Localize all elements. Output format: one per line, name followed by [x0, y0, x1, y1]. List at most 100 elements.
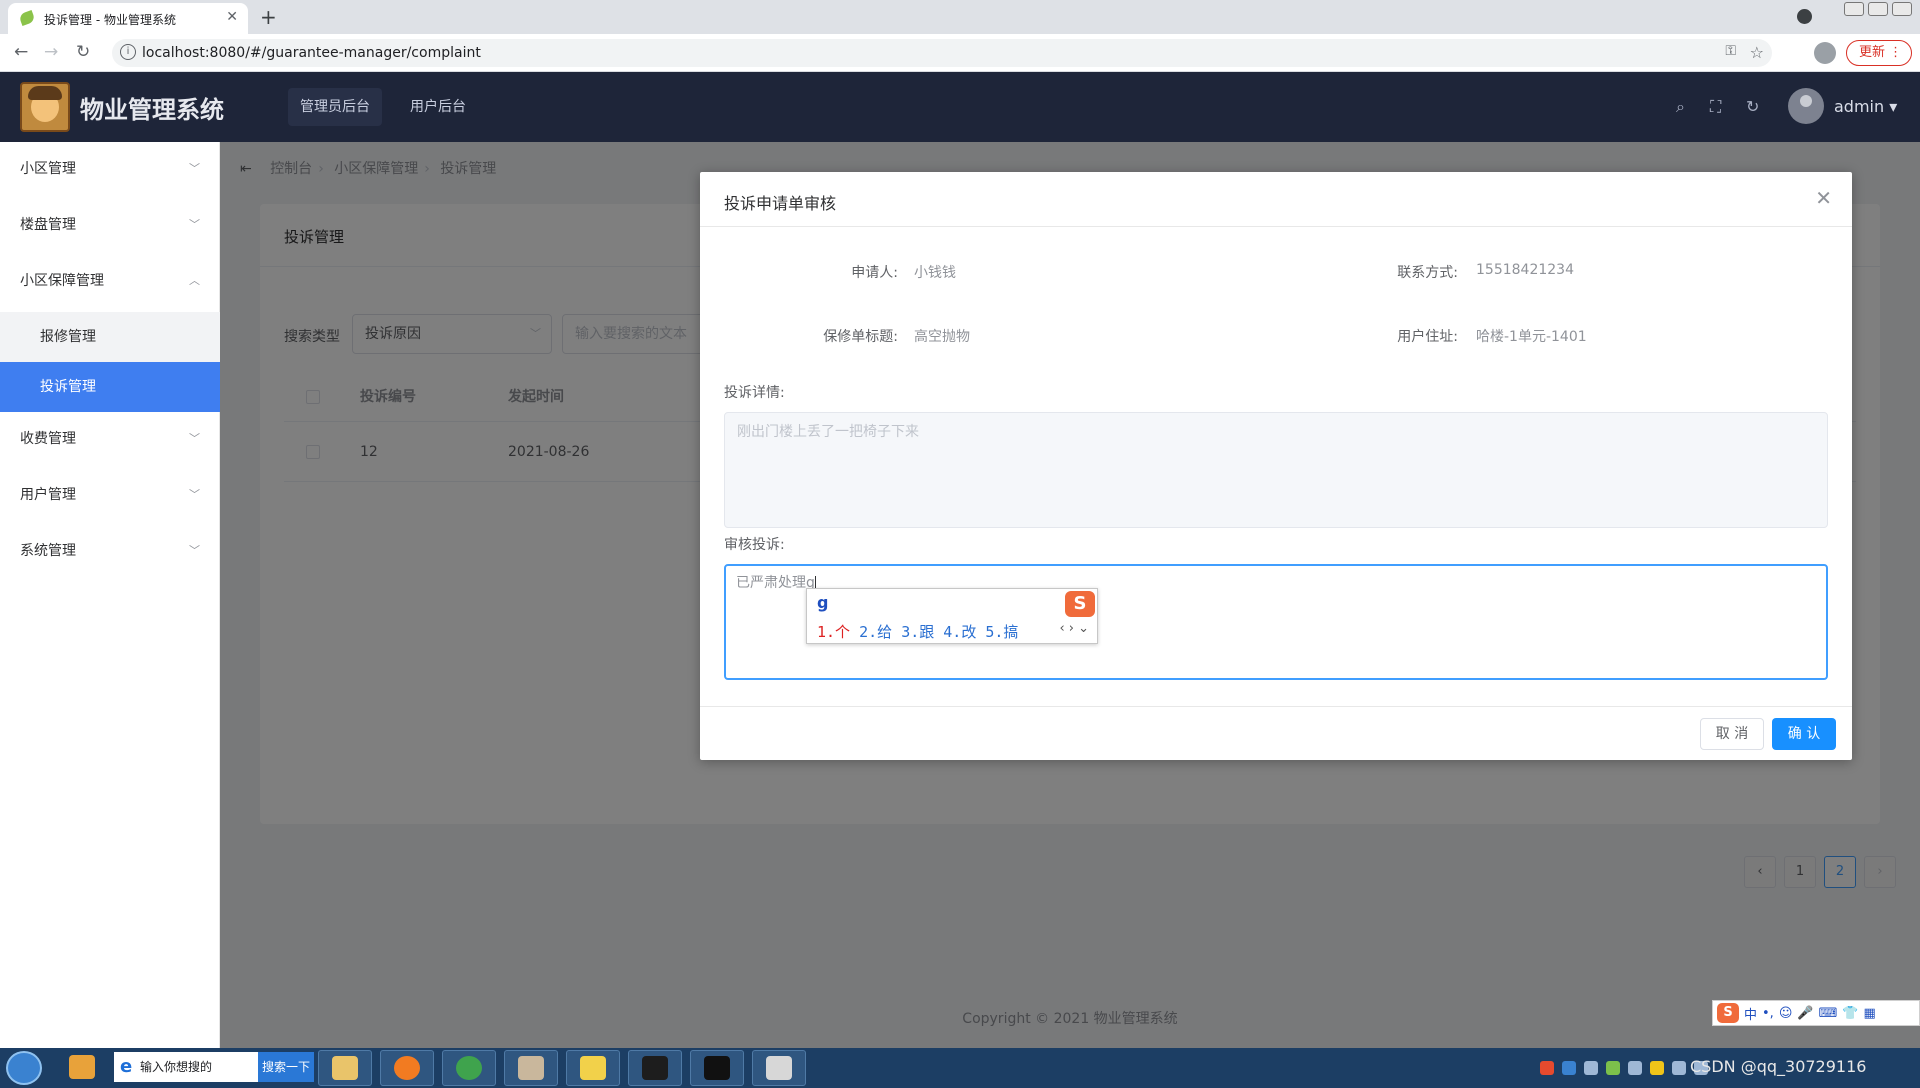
nav-admin-backend[interactable]: 管理员后台 [288, 88, 382, 126]
sidebar-item-repair[interactable]: 报修管理 [0, 312, 220, 362]
keyboard-icon[interactable]: ⌨ [1819, 1006, 1838, 1021]
confirm-button[interactable]: 确 认 [1772, 718, 1836, 750]
key-icon[interactable]: ⚿ [1725, 43, 1736, 59]
emoji-icon[interactable]: ☺ [1779, 1006, 1793, 1021]
sidebar: 小区管理 ﹀ 楼盘管理 ﹀ 小区保障管理 ︿ 报修管理 投诉管理 收费管理 ﹀ 用户管理… [0, 142, 220, 1048]
app-icon[interactable] [566, 1050, 620, 1086]
system-tray [1540, 1048, 1708, 1088]
sidebar-item-users[interactable]: 用户管理 ﹀ [0, 470, 220, 520]
detail-label: 投诉详情: [724, 385, 785, 401]
ime-candidate-list: 1.个 2.给 3.跟 4.改 5.搞 [817, 621, 1018, 642]
microphone-icon[interactable]: 🎤 [1797, 1006, 1813, 1021]
chevron-down-icon: ﹀ [189, 162, 200, 175]
divider [700, 706, 1852, 707]
ime-candidate[interactable]: 1.个 [817, 623, 850, 641]
start-button[interactable] [6, 1051, 42, 1085]
ime-page-nav-icon[interactable]: ‹ › ⌄ [1059, 621, 1089, 636]
sidebar-item-label: 楼盘管理 [20, 217, 76, 233]
back-icon[interactable]: ← [14, 42, 28, 62]
username-dropdown[interactable]: admin ▾ [1834, 97, 1897, 116]
taskbar-search-placeholder: 输入你想搜的 [140, 1060, 213, 1074]
intellij-icon[interactable] [628, 1050, 682, 1086]
tray-icon[interactable] [1672, 1061, 1686, 1075]
order-title-label: 保修单标题: [823, 329, 898, 345]
site-info-icon[interactable]: i [120, 44, 136, 60]
username-label: admin [1834, 97, 1885, 116]
tray-icon[interactable] [1584, 1061, 1598, 1075]
sidebar-item-label: 用户管理 [20, 487, 76, 503]
minimize-icon[interactable] [1844, 2, 1864, 16]
applicant-value: 小钱钱 [914, 265, 956, 281]
tray-icon[interactable] [1628, 1061, 1642, 1075]
address-bar[interactable]: i localhost:8080/#/guarantee-manager/com… [112, 39, 1772, 67]
fullscreen-icon[interactable]: ⛶ [1710, 97, 1721, 117]
restore-icon[interactable] [1868, 2, 1888, 16]
review-label: 审核投诉: [724, 537, 785, 553]
browser-tab[interactable]: 投诉管理 - 物业管理系统 ✕ [8, 3, 248, 34]
taskbar-search-input[interactable]: e 输入你想搜的 [114, 1052, 258, 1082]
refresh-icon[interactable]: ↻ [1746, 97, 1759, 116]
dialog-title: 投诉申请单审核 [724, 194, 837, 213]
terminal-icon[interactable] [690, 1050, 744, 1086]
chevron-down-icon: ﹀ [189, 488, 200, 501]
reload-icon[interactable]: ↻ [76, 42, 90, 62]
window-controls [1844, 2, 1912, 16]
review-dialog: 投诉申请单审核 ✕ 申请人: 小钱钱 联系方式: 15518421234 保修单… [700, 172, 1852, 760]
nav-user-backend[interactable]: 用户后台 [410, 88, 466, 126]
contact-value: 15518421234 [1476, 262, 1574, 278]
punctuation-icon[interactable]: •, [1762, 1006, 1774, 1021]
close-tab-icon[interactable]: ✕ [226, 9, 238, 25]
forward-icon[interactable]: → [44, 42, 58, 62]
browser-tab-bar: 投诉管理 - 物业管理系统 ✕ + [0, 0, 1920, 34]
app-icon[interactable] [504, 1050, 558, 1086]
sidebar-item-complaint[interactable]: 投诉管理 [0, 362, 220, 412]
file-explorer-icon[interactable] [318, 1050, 372, 1086]
taskbar-search-button[interactable]: 搜索一下 [258, 1052, 314, 1082]
sidebar-item-community[interactable]: 小区管理 ﹀ [0, 144, 220, 194]
sidebar-item-fees[interactable]: 收费管理 ﹀ [0, 414, 220, 464]
chinese-mode-icon[interactable]: 中 [1744, 1004, 1757, 1023]
sidebar-item-label: 小区保障管理 [20, 273, 104, 289]
app-icon[interactable] [752, 1050, 806, 1086]
sidebar-item-buildings[interactable]: 楼盘管理 ﹀ [0, 200, 220, 250]
tray-icon[interactable] [1606, 1061, 1620, 1075]
sidebar-item-label: 收费管理 [20, 431, 76, 447]
sidebar-item-label: 投诉管理 [40, 379, 96, 395]
tray-icon[interactable] [1650, 1061, 1664, 1075]
firefox-icon[interactable] [380, 1050, 434, 1086]
update-button[interactable]: 更新 ⋮ [1846, 40, 1912, 66]
bookmark-star-icon[interactable]: ☆ [1750, 43, 1764, 62]
chrome-icon[interactable] [442, 1050, 496, 1086]
tab-title: 投诉管理 - 物业管理系统 [44, 13, 176, 27]
skin-icon[interactable]: 👕 [1842, 1006, 1858, 1021]
ime-candidate[interactable]: 4.改 [943, 623, 976, 641]
profile-avatar-icon[interactable] [1814, 42, 1836, 64]
chevron-down-icon: ﹀ [189, 432, 200, 445]
ime-candidate[interactable]: 2.给 [859, 623, 892, 641]
divider [700, 226, 1852, 227]
app-title: 物业管理系统 [80, 96, 224, 124]
user-avatar[interactable] [1788, 88, 1824, 124]
chevron-down-icon: ﹀ [189, 218, 200, 231]
search-icon[interactable]: ⌕ [1676, 97, 1685, 117]
ime-candidate[interactable]: 5.搞 [985, 623, 1018, 641]
url-text: localhost:8080/#/guarantee-manager/compl… [142, 45, 481, 61]
browser-toolbar: ← → ↻ i localhost:8080/#/guarantee-manag… [0, 34, 1920, 72]
tray-icon[interactable] [1540, 1061, 1554, 1075]
close-icon[interactable]: ✕ [1815, 186, 1832, 210]
tray-icon[interactable] [1562, 1061, 1576, 1075]
new-tab-icon[interactable]: + [260, 5, 277, 29]
close-window-icon[interactable] [1892, 2, 1912, 16]
watermark-text: CSDN @qq_30729116 [1690, 1057, 1867, 1076]
toolbox-icon[interactable]: ▦ [1864, 1006, 1876, 1021]
address-value: 哈楼-1单元-1401 [1476, 329, 1587, 345]
taskbar-app-icon[interactable] [56, 1050, 108, 1086]
leaf-favicon-icon [18, 9, 36, 27]
ime-candidate[interactable]: 3.跟 [901, 623, 934, 641]
sidebar-item-label: 系统管理 [20, 543, 76, 559]
tab-search-icon[interactable] [1797, 9, 1812, 24]
cancel-button[interactable]: 取 消 [1700, 718, 1764, 750]
sidebar-item-system[interactable]: 系统管理 ﹀ [0, 526, 220, 576]
sogou-logo-icon: S [1717, 1003, 1739, 1023]
sidebar-item-guarantee[interactable]: 小区保障管理 ︿ [0, 256, 220, 306]
